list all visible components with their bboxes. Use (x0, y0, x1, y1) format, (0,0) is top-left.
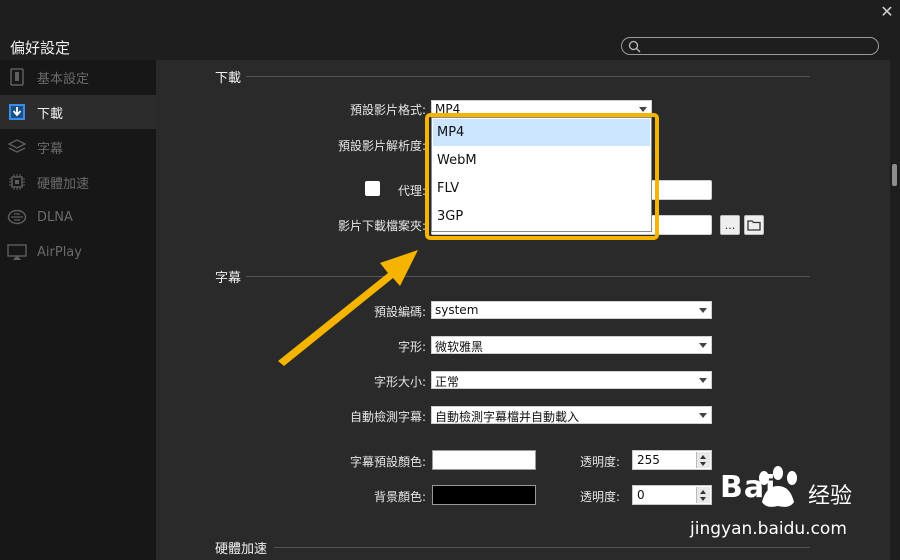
chevron-down-icon (699, 343, 707, 348)
bg-opacity-spinbox[interactable]: 0 (632, 485, 712, 505)
format-label: 預設影片格式: (349, 103, 426, 117)
font-size-label: 字形大小: (373, 375, 426, 389)
proxy-checkbox[interactable] (365, 181, 380, 196)
background-color-swatch[interactable] (432, 485, 536, 505)
watermark-url: jingyan.baidu.com (690, 519, 847, 539)
sidebar-item-airplay[interactable]: AirPlay (0, 235, 156, 269)
section-title-hwaccel: 硬體加速 (215, 542, 268, 557)
resolution-label: 預設影片解析度: (337, 139, 426, 153)
auto-detect-label: 自動檢測字幕: (349, 410, 426, 424)
background-color-label: 背景顏色: (373, 490, 426, 504)
opacity-label: 透明度: (579, 455, 620, 469)
section-divider (274, 547, 810, 548)
sidebar-item-label: 字幕 (37, 141, 64, 157)
browse-button[interactable]: ... (720, 215, 740, 235)
sidebar-item-dlna[interactable]: DLNA (0, 200, 156, 234)
sidebar-item-subtitle[interactable]: 字幕 (0, 130, 156, 164)
sidebar-item-general[interactable]: 基本設定 (0, 60, 156, 94)
font-size-select-value: 正常 (435, 375, 460, 389)
section-title-subtitle: 字幕 (215, 271, 242, 286)
folder-icon[interactable] (744, 215, 764, 235)
auto-detect-select[interactable]: 自動檢測字幕檔并自動載入 (431, 406, 712, 424)
opacity-value: 255 (637, 453, 660, 467)
window-title: 偏好設定 (10, 39, 71, 57)
font-select-value: 微软雅黑 (435, 340, 484, 354)
watermark-brand-cn: 经验 (808, 484, 853, 509)
scrollbar[interactable] (890, 60, 900, 560)
section-divider (246, 76, 810, 77)
font-size-select[interactable]: 正常 (431, 371, 712, 389)
proxy-label: 代理: (397, 184, 426, 198)
spinner-arrows-icon[interactable] (696, 452, 710, 468)
general-settings-icon (7, 67, 27, 87)
sidebar-item-label: 下載 (37, 106, 64, 122)
sidebar-item-hwaccel[interactable]: 硬體加速 (0, 165, 156, 199)
sidebar-item-label: AirPlay (37, 244, 82, 260)
search-box[interactable] (621, 37, 879, 55)
bg-opacity-label: 透明度: (579, 490, 620, 504)
encoding-select[interactable]: system (431, 301, 712, 319)
chip-icon (7, 172, 27, 192)
subtitle-color-label: 字幕預設顏色: (349, 455, 426, 469)
dlna-icon (7, 207, 27, 227)
chevron-down-icon (699, 308, 707, 313)
annotation-arrow-icon (278, 250, 418, 366)
opacity-spinbox[interactable]: 255 (632, 450, 712, 470)
spinner-arrows-icon[interactable] (696, 487, 710, 503)
sidebar-item-download[interactable]: 下載 (0, 95, 156, 129)
airplay-icon (7, 242, 27, 262)
download-icon (7, 102, 27, 122)
subtitle-color-swatch[interactable] (432, 450, 536, 470)
sidebar-item-label: 硬體加速 (37, 176, 90, 192)
sidebar: 基本設定 下載 字幕 硬體加速 DLNA AirPlay (0, 60, 156, 560)
sidebar-item-label: DLNA (37, 209, 73, 225)
chevron-down-icon (699, 378, 707, 383)
scrollbar-thumb[interactable] (892, 164, 897, 186)
sidebar-item-label: 基本設定 (37, 71, 90, 87)
close-icon[interactable]: ✕ (878, 3, 896, 21)
folder-label: 影片下載檔案夾: (337, 219, 426, 233)
chevron-down-icon (699, 413, 707, 418)
chevron-down-icon (639, 107, 647, 112)
watermark-brand: Bai (720, 470, 777, 505)
section-title-download: 下載 (215, 71, 242, 86)
auto-detect-select-value: 自動檢測字幕檔并自動載入 (435, 410, 580, 424)
annotation-highlight-box (425, 113, 659, 240)
bg-opacity-value: 0 (637, 488, 645, 502)
subtitle-layers-icon (7, 137, 27, 157)
font-select[interactable]: 微软雅黑 (431, 336, 712, 354)
search-input[interactable] (644, 38, 872, 54)
encoding-select-value: system (435, 303, 479, 317)
search-icon (628, 40, 641, 53)
